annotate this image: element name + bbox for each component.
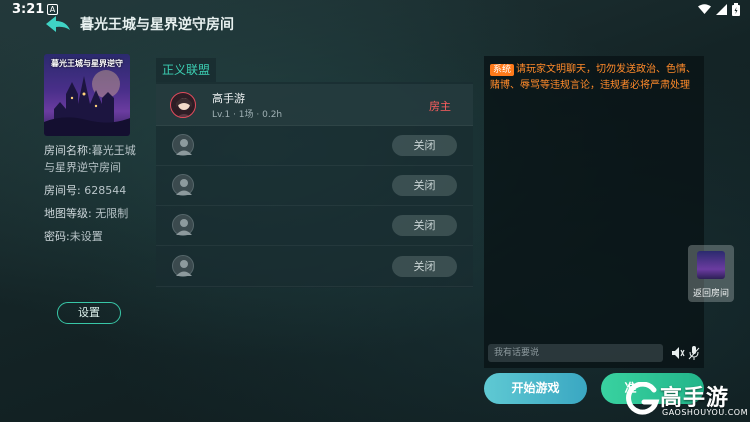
- map-level-value: 无限制: [95, 207, 129, 220]
- return-room-thumbnail: [697, 251, 725, 279]
- watermark: 高手游 GAOSHOUYOU.COM: [620, 380, 750, 422]
- map-level-info: 地图等级: 无限制: [44, 205, 144, 222]
- back-arrow-icon[interactable]: [44, 14, 72, 34]
- player-slot-empty[interactable]: 关闭: [156, 206, 473, 246]
- speaker-icon[interactable]: [671, 346, 685, 360]
- return-room-button[interactable]: 返回房间: [688, 245, 734, 302]
- player-slot-empty[interactable]: 关闭: [156, 166, 473, 206]
- room-number-value: 628544: [84, 184, 127, 197]
- room-number-info: 房间号: 628544: [44, 182, 144, 199]
- player-slot-empty[interactable]: 关闭: [156, 247, 473, 287]
- chat-input[interactable]: [488, 344, 663, 362]
- password-info: 密码:未设置: [44, 228, 144, 245]
- brand-logo-icon: [626, 382, 660, 415]
- empty-avatar-icon: [172, 134, 194, 156]
- password-value: 未设置: [69, 230, 103, 243]
- system-message-text: 请玩家文明聊天，切勿发送政治、色情、赌博、辱骂等违规言论，违规者必将严肃处理: [490, 64, 697, 91]
- player-slot-host[interactable]: 高手游 Lv.1 · 1场 · 0.2h 房主: [156, 84, 473, 126]
- player-avatar-icon: [176, 98, 192, 117]
- signal-icon: [716, 4, 727, 15]
- player-stats: Lv.1 · 1场 · 0.2h: [212, 110, 283, 120]
- room-cover-image: 暮光王城与星界逆守: [44, 54, 130, 136]
- player-slot-empty[interactable]: 关闭: [156, 126, 473, 166]
- close-slot-button[interactable]: 关闭: [392, 215, 457, 236]
- map-level-label: 地图等级:: [44, 207, 92, 220]
- host-badge: 房主: [429, 100, 451, 113]
- team-slots-panel: 高手游 Lv.1 · 1场 · 0.2h 房主 关闭 关闭 关闭 关闭: [156, 82, 473, 288]
- room-name-label: 房间名称:: [44, 144, 92, 157]
- room-number-label: 房间号:: [44, 184, 81, 197]
- wifi-icon: [698, 4, 711, 14]
- settings-button[interactable]: 设置: [57, 302, 121, 324]
- microphone-icon[interactable]: [688, 345, 700, 361]
- room-info-panel: 暮光王城与星界逆守 房间名称:暮光王城与星界逆守房间 房间号: 628544 地…: [44, 54, 144, 245]
- status-time: 3:21: [12, 2, 45, 17]
- return-room-label: 返回房间: [692, 289, 729, 299]
- avatar: [170, 92, 196, 118]
- watermark-domain: GAOSHOUYOU.COM: [662, 408, 749, 417]
- close-slot-button[interactable]: 关闭: [392, 135, 457, 156]
- battery-icon: [732, 3, 740, 16]
- empty-avatar-icon: [172, 255, 194, 277]
- room-name-info: 房间名称:暮光王城与星界逆守房间: [44, 142, 144, 176]
- castle-illustration-icon: [44, 70, 130, 136]
- page-title: 暮光王城与星界逆守房间: [80, 17, 234, 33]
- tab-justice-league[interactable]: 正义联盟: [156, 58, 216, 82]
- empty-avatar-icon: [172, 214, 194, 236]
- close-slot-button[interactable]: 关闭: [392, 175, 457, 196]
- status-icons: [698, 3, 740, 16]
- empty-avatar-icon: [172, 174, 194, 196]
- system-tag: 系统: [490, 64, 515, 76]
- system-message: 系统 请玩家文明聊天，切勿发送政治、色情、赌博、辱骂等违规言论，违规者必将严肃处理: [490, 62, 696, 94]
- password-label: 密码:: [44, 230, 70, 243]
- start-game-button[interactable]: 开始游戏: [484, 373, 587, 404]
- player-name: 高手游: [212, 92, 245, 105]
- chat-panel: 系统 请玩家文明聊天，切勿发送政治、色情、赌博、辱骂等违规言论，违规者必将严肃处理: [484, 56, 704, 368]
- close-slot-button[interactable]: 关闭: [392, 256, 457, 277]
